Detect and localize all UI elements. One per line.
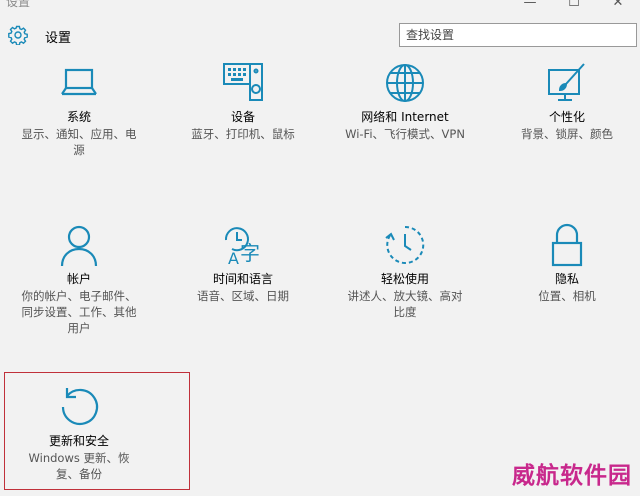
tile-devices-desc: 蓝牙、打印机、鼠标 (191, 127, 295, 141)
page-title: 设置 (45, 31, 72, 46)
person-icon (60, 225, 98, 267)
tile-personalization-desc: 背景、锁屏、颜色 (521, 127, 613, 141)
laptop-icon (61, 68, 97, 96)
tile-privacy-title: 隐私 (554, 272, 579, 286)
tile-ease-of-access[interactable]: 轻松使用 讲述人、放大镜、高对比度 (340, 222, 470, 320)
window-title: 设置 (6, 0, 31, 9)
tile-system-title: 系统 (66, 110, 91, 124)
tile-accounts-desc: 你的帐户、电子邮件、同步设置、工作、其他用户 (21, 289, 137, 335)
svg-text:A: A (228, 249, 239, 268)
maximize-button[interactable]: ☐ (552, 0, 596, 12)
update-icon (61, 388, 99, 426)
tile-devices-title: 设备 (230, 110, 255, 124)
window-controls: — ☐ ✕ (508, 0, 640, 12)
tile-time-language-desc: 语音、区域、日期 (197, 289, 289, 303)
tile-network-desc: Wi-Fi、飞行模式、VPN (345, 127, 465, 141)
globe-icon (386, 64, 424, 102)
svg-text:字: 字 (240, 241, 260, 265)
header: 设置 (0, 22, 640, 52)
tile-update-security-desc: Windows 更新、恢复、备份 (28, 451, 130, 481)
tile-system[interactable]: 系统 显示、通知、应用、电源 (14, 60, 144, 158)
tile-ease-of-access-desc: 讲述人、放大镜、高对比度 (347, 289, 463, 319)
tile-personalization[interactable]: 个性化 背景、锁屏、颜色 (502, 60, 632, 142)
tile-time-language[interactable]: A 字 时间和语言 语音、区域、日期 (178, 222, 308, 304)
tile-accounts-title: 帐户 (66, 272, 91, 286)
tile-system-desc: 显示、通知、应用、电源 (21, 127, 137, 157)
gear-icon (8, 25, 28, 45)
tile-devices[interactable]: 设备 蓝牙、打印机、鼠标 (178, 60, 308, 142)
tile-network[interactable]: 网络和 Internet Wi-Fi、飞行模式、VPN (340, 60, 470, 142)
close-button[interactable]: ✕ (596, 0, 640, 12)
paint-monitor-icon (548, 63, 585, 101)
tile-personalization-title: 个性化 (548, 110, 585, 124)
keyboard-speaker-icon (223, 63, 263, 101)
tile-time-language-title: 时间和语言 (212, 272, 273, 286)
minimize-button[interactable]: — (508, 0, 552, 12)
tile-accounts[interactable]: 帐户 你的帐户、电子邮件、同步设置、工作、其他用户 (14, 222, 144, 336)
title-bar: 设置 — ☐ ✕ (0, 0, 640, 14)
ease-of-access-icon (385, 225, 425, 264)
settings-window: 设置 — ☐ ✕ 设置 系统 显示、通知、应用、电源 (0, 0, 640, 496)
search-input[interactable] (400, 24, 636, 46)
search-box[interactable] (399, 23, 637, 47)
lock-icon (551, 223, 583, 267)
tile-ease-of-access-title: 轻松使用 (380, 272, 429, 286)
tile-update-security[interactable]: 更新和安全 Windows 更新、恢复、备份 (14, 384, 144, 482)
language-icon: A 字 (224, 227, 260, 268)
tile-update-security-title: 更新和安全 (48, 434, 109, 448)
tile-network-title: 网络和 Internet (361, 110, 449, 124)
watermark-text: 威航软件园 (512, 462, 632, 489)
tile-privacy[interactable]: 隐私 位置、相机 (502, 222, 632, 304)
tile-privacy-desc: 位置、相机 (538, 289, 596, 303)
